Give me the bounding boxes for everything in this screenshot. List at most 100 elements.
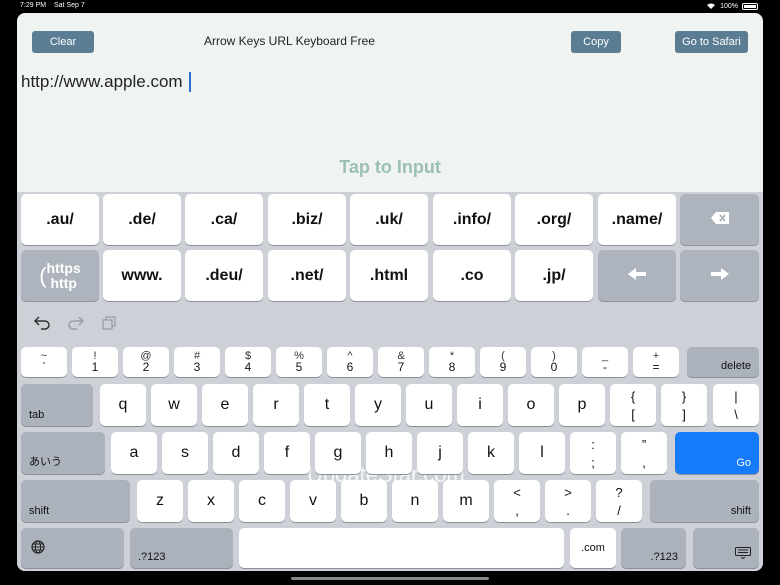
url-key-co[interactable]: .co — [433, 250, 511, 301]
arrow-left-key[interactable] — [598, 250, 676, 301]
key-a[interactable]: a — [111, 432, 157, 474]
url-key-org[interactable]: .org/ — [515, 194, 593, 245]
key-x[interactable]: x — [188, 480, 234, 522]
key-g[interactable]: g — [315, 432, 361, 474]
key-0-bottom: 0 — [550, 360, 558, 374]
key-5[interactable]: % 5 — [276, 347, 322, 377]
key-f[interactable]: f — [264, 432, 310, 474]
copy-button[interactable]: Copy — [571, 31, 621, 53]
go-to-safari-button[interactable]: Go to Safari — [675, 31, 748, 53]
key-p-label: p — [577, 396, 587, 413]
space-bar[interactable] — [239, 528, 564, 568]
key-tilde[interactable]: ~ ` — [21, 347, 67, 377]
protocol-toggle-key[interactable]: ( https http — [21, 250, 99, 301]
url-key-au[interactable]: .au/ — [21, 194, 99, 245]
url-key-biz[interactable]: .biz/ — [268, 194, 346, 245]
shift-left-key[interactable]: shift — [21, 480, 130, 522]
key-backslash-bottom: \ — [734, 407, 738, 422]
key-p[interactable]: p — [559, 384, 605, 426]
key-less-than-bottom: , — [515, 503, 519, 518]
url-key-info[interactable]: .info/ — [433, 194, 511, 245]
key-backslash[interactable]: | \ — [713, 384, 759, 426]
key-b[interactable]: b — [341, 480, 387, 522]
key-right-bracket[interactable]: } ] — [661, 384, 707, 426]
redo-icon[interactable] — [67, 314, 85, 335]
key-y[interactable]: y — [355, 384, 401, 426]
key-t[interactable]: t — [304, 384, 350, 426]
clear-button[interactable]: Clear — [32, 31, 94, 53]
url-text-area[interactable]: http://www.apple.com — [21, 72, 191, 92]
url-key-deu[interactable]: .deu/ — [185, 250, 263, 301]
url-key-jp[interactable]: .jp/ — [515, 250, 593, 301]
key-7[interactable]: & 7 — [378, 347, 424, 377]
key-1-bottom: 1 — [91, 360, 99, 374]
home-indicator[interactable] — [291, 577, 489, 580]
key-quote[interactable]: ” , — [621, 432, 667, 474]
key-h[interactable]: h — [366, 432, 412, 474]
key-question[interactable]: ? / — [596, 480, 642, 522]
key-1[interactable]: ! 1 — [72, 347, 118, 377]
arrow-right-key[interactable] — [680, 250, 759, 301]
key-o[interactable]: o — [508, 384, 554, 426]
key-e[interactable]: e — [202, 384, 248, 426]
key-r[interactable]: r — [253, 384, 299, 426]
key-l[interactable]: l — [519, 432, 565, 474]
dismiss-keyboard-key[interactable] — [693, 528, 759, 568]
key-d[interactable]: d — [213, 432, 259, 474]
key-semicolon[interactable]: : ; — [570, 432, 616, 474]
key-z[interactable]: z — [137, 480, 183, 522]
tap-to-input-label[interactable]: Tap to Input — [17, 157, 763, 178]
url-key-name[interactable]: .name/ — [598, 194, 676, 245]
tab-key[interactable]: tab — [21, 384, 93, 426]
key-9[interactable]: ( 9 — [480, 347, 526, 377]
url-key-ca[interactable]: .ca/ — [185, 194, 263, 245]
url-key-www[interactable]: www. — [103, 250, 181, 301]
key-q-label: q — [118, 396, 128, 413]
key-4[interactable]: $ 4 — [225, 347, 271, 377]
number-switch-left-key[interactable]: .?123 — [130, 528, 233, 568]
key-m[interactable]: m — [443, 480, 489, 522]
key-8[interactable]: * 8 — [429, 347, 475, 377]
key-equals[interactable]: + = — [633, 347, 679, 377]
key-u[interactable]: u — [406, 384, 452, 426]
key-3[interactable]: # 3 — [174, 347, 220, 377]
go-key[interactable]: Go — [675, 432, 759, 474]
url-text: http://www.apple.com — [21, 72, 183, 91]
key-v[interactable]: v — [290, 480, 336, 522]
key-greater-than[interactable]: > . — [545, 480, 591, 522]
delete-key[interactable]: delete — [687, 347, 759, 377]
dotcom-key[interactable]: .com — [570, 528, 616, 568]
url-key-de[interactable]: .de/ — [103, 194, 181, 245]
url-key-net[interactable]: .net/ — [268, 250, 346, 301]
key-j[interactable]: j — [417, 432, 463, 474]
globe-key[interactable] — [21, 528, 124, 568]
status-time: 7:29 PM — [20, 2, 47, 9]
key-c[interactable]: c — [239, 480, 285, 522]
key-6[interactable]: ^ 6 — [327, 347, 373, 377]
paste-icon[interactable] — [102, 316, 116, 335]
key-less-than[interactable]: < , — [494, 480, 540, 522]
kana-key[interactable]: あいう — [21, 432, 105, 474]
key-2[interactable]: @ 2 — [123, 347, 169, 377]
backspace-key[interactable] — [680, 194, 759, 245]
url-key-html[interactable]: .html — [350, 250, 428, 301]
key-s[interactable]: s — [162, 432, 208, 474]
shift-right-key[interactable]: shift — [650, 480, 759, 522]
key-semicolon-bottom: ; — [591, 455, 595, 470]
key-k[interactable]: k — [468, 432, 514, 474]
key-n[interactable]: n — [392, 480, 438, 522]
globe-icon — [31, 540, 45, 559]
key-quote-top: ” — [641, 437, 647, 452]
number-switch-right-key[interactable]: .?123 — [621, 528, 686, 568]
key-minus[interactable]: _ - — [582, 347, 628, 377]
url-key-uk[interactable]: .uk/ — [350, 194, 428, 245]
key-q[interactable]: q — [100, 384, 146, 426]
undo-icon[interactable] — [33, 314, 51, 335]
key-backslash-top: | — [734, 389, 738, 404]
key-i[interactable]: i — [457, 384, 503, 426]
key-a-label: a — [129, 444, 139, 461]
key-i-label: i — [478, 396, 482, 413]
key-left-bracket[interactable]: { [ — [610, 384, 656, 426]
key-w[interactable]: w — [151, 384, 197, 426]
key-0[interactable]: ) 0 — [531, 347, 577, 377]
